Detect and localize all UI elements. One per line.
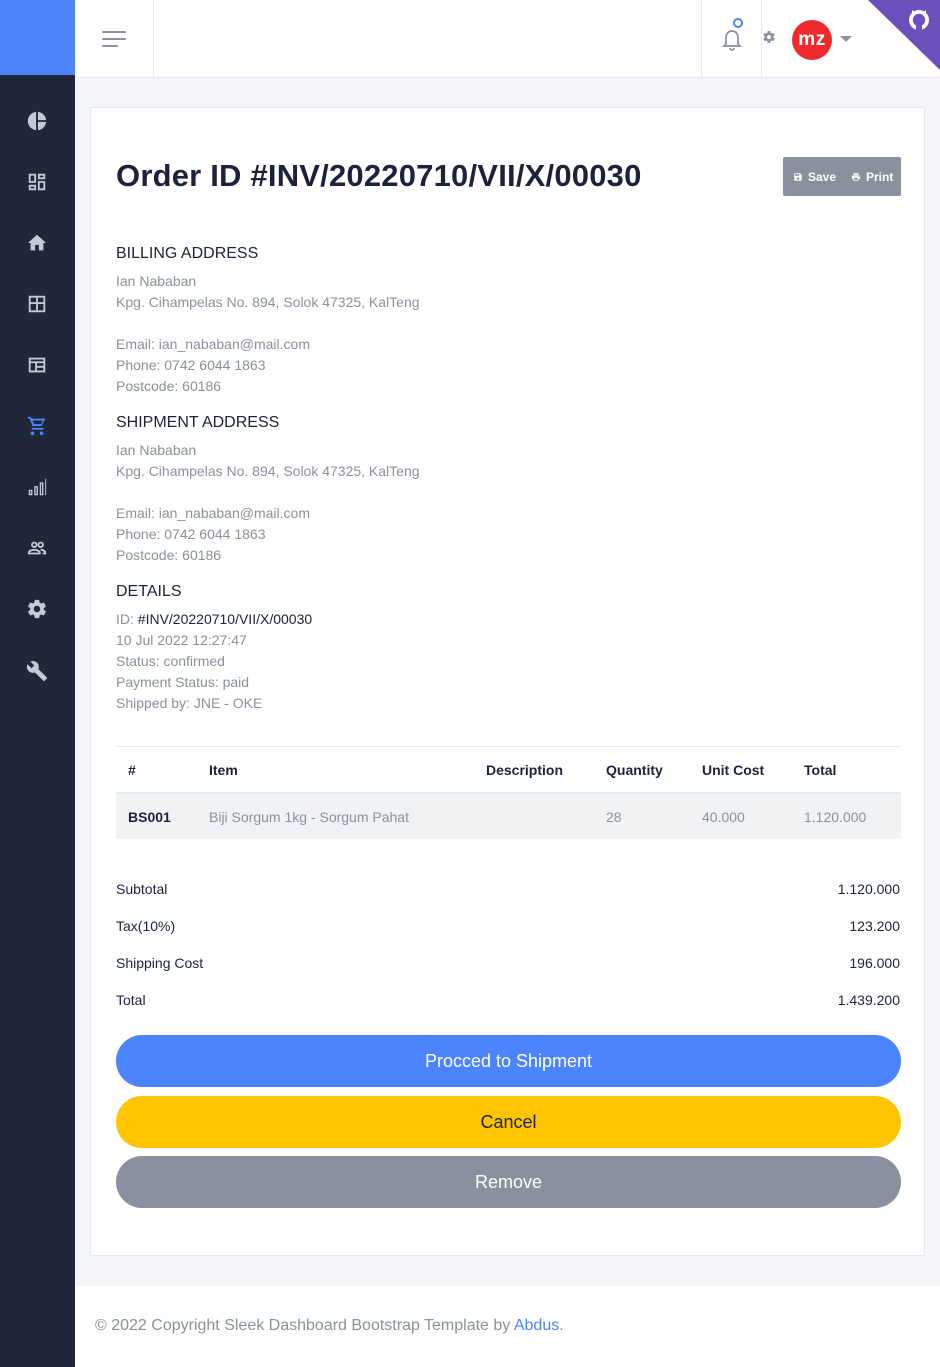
home-icon [27, 234, 47, 251]
shipping-cost-value: 196.000 [849, 955, 900, 971]
shipment-title: SHIPMENT ADDRESS [116, 414, 280, 431]
users-icon [27, 541, 47, 555]
details-shipped-by: Shipped by: JNE - OKE [116, 695, 263, 711]
table-header-unit-cost: Unit Cost [702, 762, 765, 778]
menu-icon [102, 30, 126, 47]
total-label: Total [116, 992, 146, 1008]
order-card: Order ID #INV/20220710/VII/X/00030 Save … [90, 107, 925, 1256]
details-payment-status: Payment Status: paid [116, 674, 250, 690]
sidebar-item-layouts[interactable] [22, 350, 52, 380]
save-print-button-group: Save Print [783, 157, 901, 196]
print-icon [851, 172, 861, 181]
table-header-quantity: Quantity [606, 762, 663, 778]
table-icon [28, 295, 46, 313]
table-header-number: # [128, 762, 136, 778]
details-id-label: ID: [116, 611, 138, 627]
wrench-icon [26, 661, 48, 682]
pie-chart-icon [27, 111, 47, 131]
sidebar-item-charts[interactable] [22, 472, 52, 502]
sidebar-item-users[interactable] [22, 533, 52, 563]
row-code: BS001 [128, 809, 171, 825]
proceed-to-shipment-button[interactable]: Procced to Shipment [116, 1035, 901, 1087]
details-title: DETAILS [116, 583, 182, 600]
sidebar-item-ecommerce[interactable] [22, 411, 52, 441]
billing-phone: Phone: 0742 6044 1863 [116, 357, 266, 373]
brand-logo[interactable] [0, 0, 75, 75]
subtotal-value: 1.120.000 [837, 881, 900, 897]
avatar[interactable]: mz [792, 20, 832, 60]
sidebar-item-settings[interactable] [22, 594, 52, 624]
footer: © 2022 Copyright Sleek Dashboard Bootstr… [75, 1286, 940, 1367]
bell-icon [721, 29, 742, 51]
cancel-button[interactable]: Cancel [116, 1096, 901, 1148]
sidebar-item-tables[interactable] [22, 289, 52, 319]
table-header-description: Description [486, 762, 564, 778]
sidebar-item-home[interactable] [22, 228, 52, 258]
details-status: Status: confirmed [116, 653, 225, 669]
bar-chart-icon [28, 478, 47, 496]
sidebar [0, 0, 75, 1367]
billing-name: Ian Nababan [116, 273, 197, 289]
tax-label: Tax(10%) [116, 918, 176, 934]
shipment-address: Kpg. Cihampelas No. 894, Solok 47325, Ka… [116, 463, 420, 479]
row-total: 1.120.000 [804, 809, 867, 825]
copyright-suffix: . [559, 1317, 564, 1334]
shipping-cost-label: Shipping Cost [116, 955, 204, 971]
github-icon [868, 0, 940, 70]
settings-button[interactable] [762, 30, 776, 44]
row-item: Biji Sorgum 1kg - Sorgum Pahat [209, 809, 409, 825]
sidebar-item-tools[interactable] [22, 656, 52, 686]
sidebar-item-dashboard[interactable] [22, 106, 52, 136]
notification-dot [733, 18, 743, 28]
cart-icon [27, 416, 46, 436]
details-id: ID: #INV/20220710/VII/X/00030 [116, 609, 312, 630]
author-link[interactable]: Abdus [514, 1317, 559, 1334]
sidebar-item-ui[interactable] [22, 167, 52, 197]
print-button[interactable]: Print [843, 157, 901, 196]
settings-icon [28, 599, 46, 619]
copyright-text: © 2022 Copyright Sleek Dashboard Bootstr… [95, 1317, 564, 1335]
print-label: Print [866, 169, 894, 184]
billing-postcode: Postcode: 60186 [116, 378, 222, 394]
sidebar-toggle-button[interactable] [75, 0, 154, 77]
dashboard-icon [28, 173, 46, 191]
save-icon [794, 172, 802, 181]
chevron-down-icon[interactable] [840, 36, 852, 42]
page-title: Order ID #INV/20220710/VII/X/00030 [116, 158, 642, 193]
table-top-border [116, 746, 901, 747]
shipment-phone: Phone: 0742 6044 1863 [116, 526, 266, 542]
billing-title: BILLING ADDRESS [116, 245, 259, 262]
save-label: Save [808, 169, 837, 184]
subtotal-label: Subtotal [116, 881, 168, 897]
row-unit-cost: 40.000 [702, 809, 745, 825]
github-corner-link[interactable] [868, 0, 940, 70]
details-id-value: #INV/20220710/VII/X/00030 [137, 611, 313, 627]
gear-icon [763, 31, 775, 43]
top-header: mz [75, 0, 940, 78]
layout-icon [28, 357, 46, 373]
total-value: 1.439.200 [837, 992, 900, 1008]
remove-button[interactable]: Remove [116, 1156, 901, 1208]
table-header-item: Item [209, 762, 238, 778]
shipment-name: Ian Nababan [116, 442, 197, 458]
billing-email: Email: ian_nababan@mail.com [116, 336, 310, 352]
billing-address: Kpg. Cihampelas No. 894, Solok 47325, Ka… [116, 294, 420, 310]
details-date: 10 Jul 2022 12:27:47 [116, 632, 247, 648]
tax-value: 123.200 [849, 918, 900, 934]
shipment-email: Email: ian_nababan@mail.com [116, 505, 310, 521]
row-quantity: 28 [606, 809, 622, 825]
table-header-total: Total [804, 762, 837, 778]
notifications-button[interactable] [701, 0, 762, 77]
save-button[interactable]: Save [783, 157, 843, 196]
copyright-label: © 2022 Copyright Sleek Dashboard Bootstr… [95, 1317, 514, 1334]
shipment-postcode: Postcode: 60186 [116, 547, 222, 563]
